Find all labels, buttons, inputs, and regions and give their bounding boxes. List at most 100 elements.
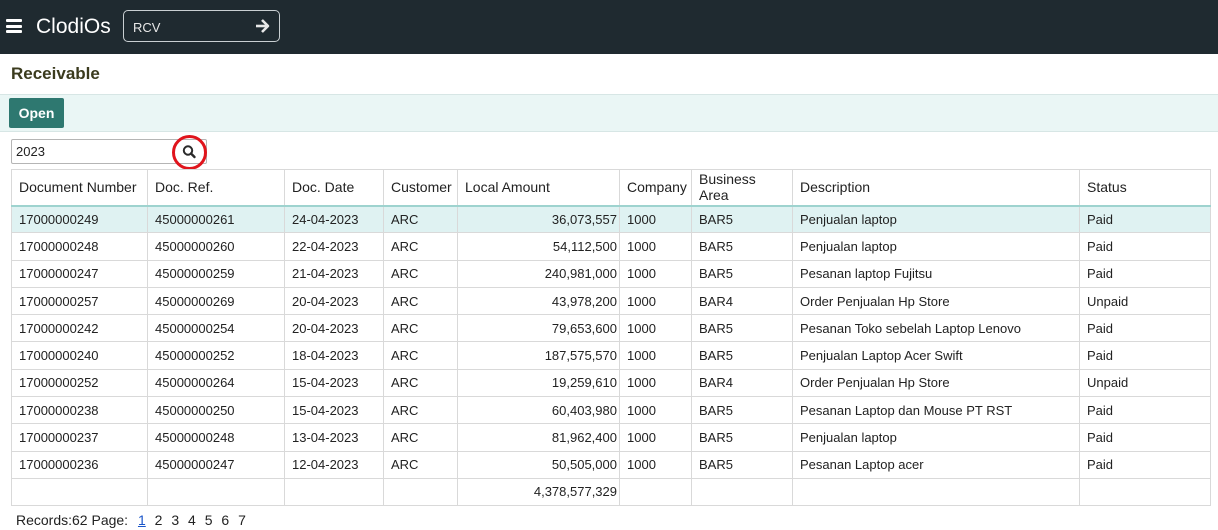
cell-document-number: 17000000236: [11, 450, 148, 479]
cell-business-area: BAR5: [691, 423, 793, 452]
open-button[interactable]: Open: [9, 98, 64, 128]
cell-description: Order Penjualan Hp Store: [792, 368, 1080, 398]
cell-company: 1000: [619, 368, 692, 398]
cell-local-amount: 36,073,557: [457, 204, 620, 234]
cell-description: Pesanan laptop Fujitsu: [792, 259, 1080, 288]
cell-status: Paid: [1079, 259, 1211, 288]
cell-document-number: 17000000238: [11, 396, 148, 425]
cell-document-number: 17000000240: [11, 341, 148, 370]
cell-local-amount: 60,403,980: [457, 396, 620, 425]
column-header-status[interactable]: Status: [1079, 169, 1211, 206]
column-header-customer[interactable]: Customer: [383, 169, 458, 206]
column-header-doc-date[interactable]: Doc. Date: [284, 169, 384, 206]
cell-doc-ref: 45000000247: [147, 450, 285, 479]
cell-document-number: 17000000249: [11, 204, 148, 234]
cell-business-area: BAR5: [691, 450, 793, 479]
cell-local-amount: 187,575,570: [457, 341, 620, 370]
cell-customer: ARC: [383, 204, 458, 234]
cell-customer: ARC: [383, 259, 458, 288]
cell-document-number: 17000000248: [11, 232, 148, 261]
pagination: Records:62 Page: 1 2 3 4 5 6 7: [16, 512, 246, 528]
table-row[interactable]: 17000000240 45000000252 18-04-2023 ARC 1…: [11, 341, 1211, 370]
total-row: 4,378,577,329: [11, 477, 1211, 506]
table-row[interactable]: 17000000242 45000000254 20-04-2023 ARC 7…: [11, 314, 1211, 343]
menu-icon[interactable]: [6, 19, 22, 33]
cell-business-area: BAR5: [691, 314, 793, 343]
cell-description: Pesanan Laptop acer: [792, 450, 1080, 479]
cell-doc-ref: 45000000269: [147, 286, 285, 316]
cell-customer: ARC: [383, 314, 458, 343]
search-icon[interactable]: [178, 141, 200, 162]
cell-local-amount: 19,259,610: [457, 368, 620, 398]
cell-doc-ref: 45000000261: [147, 204, 285, 234]
cell-description: Penjualan laptop: [792, 232, 1080, 261]
column-header-document-number[interactable]: Document Number: [11, 169, 148, 206]
cell-status: Paid: [1079, 341, 1211, 370]
cell-company: 1000: [619, 423, 692, 452]
cell-company: 1000: [619, 259, 692, 288]
cell-business-area: BAR5: [691, 396, 793, 425]
arrow-right-icon[interactable]: [254, 17, 272, 35]
cell-doc-ref: 45000000248: [147, 423, 285, 452]
cell-local-amount: 81,962,400: [457, 423, 620, 452]
table-row[interactable]: 17000000252 45000000264 15-04-2023 ARC 1…: [11, 368, 1211, 398]
table-row[interactable]: 17000000249 45000000261 24-04-2023 ARC 3…: [11, 204, 1211, 234]
cell-status: Paid: [1079, 396, 1211, 425]
transaction-code-box: [123, 10, 280, 42]
cell-doc-date: 22-04-2023: [284, 232, 384, 261]
column-header-business-area[interactable]: Business Area: [691, 169, 793, 206]
page-link[interactable]: 4: [188, 512, 196, 528]
page-link-current[interactable]: 1: [138, 512, 146, 528]
cell-company: 1000: [619, 286, 692, 316]
cell-business-area: BAR5: [691, 232, 793, 261]
table-row[interactable]: 17000000257 45000000269 20-04-2023 ARC 4…: [11, 286, 1211, 316]
page-link[interactable]: 3: [171, 512, 179, 528]
cell-document-number: 17000000247: [11, 259, 148, 288]
column-header-local-amount[interactable]: Local Amount: [457, 169, 620, 206]
cell-description: Pesanan Laptop dan Mouse PT RST: [792, 396, 1080, 425]
cell-doc-date: 21-04-2023: [284, 259, 384, 288]
cell-company: 1000: [619, 396, 692, 425]
cell-business-area: BAR5: [691, 204, 793, 234]
table-row[interactable]: 17000000237 45000000248 13-04-2023 ARC 8…: [11, 423, 1211, 452]
page-link[interactable]: 6: [221, 512, 229, 528]
column-header-description[interactable]: Description: [792, 169, 1080, 206]
table-row[interactable]: 17000000238 45000000250 15-04-2023 ARC 6…: [11, 396, 1211, 425]
cell-customer: ARC: [383, 232, 458, 261]
page-link[interactable]: 7: [238, 512, 246, 528]
page-link[interactable]: 2: [155, 512, 163, 528]
transaction-code-input[interactable]: [133, 18, 243, 36]
action-toolbar: Open: [0, 94, 1218, 132]
app-brand[interactable]: ClodiOs: [36, 15, 111, 39]
cell-doc-date: 13-04-2023: [284, 423, 384, 452]
cell-doc-date: 12-04-2023: [284, 450, 384, 479]
cell-status: Paid: [1079, 450, 1211, 479]
page-link[interactable]: 5: [205, 512, 213, 528]
cell-customer: ARC: [383, 368, 458, 398]
cell-customer: ARC: [383, 341, 458, 370]
column-header-doc-ref[interactable]: Doc. Ref.: [147, 169, 285, 206]
cell-local-amount: 54,112,500: [457, 232, 620, 261]
cell-description: Penjualan laptop: [792, 423, 1080, 452]
cell-status: Unpaid: [1079, 368, 1211, 398]
records-count: Records:62: [16, 512, 88, 528]
column-header-company[interactable]: Company: [619, 169, 692, 206]
cell-business-area: BAR5: [691, 341, 793, 370]
table-row[interactable]: 17000000247 45000000259 21-04-2023 ARC 2…: [11, 259, 1211, 288]
page-label: Page:: [91, 512, 129, 528]
cell-document-number: 17000000252: [11, 368, 148, 398]
cell-company: 1000: [619, 204, 692, 234]
total-local-amount: 4,378,577,329: [457, 477, 620, 506]
cell-local-amount: 43,978,200: [457, 286, 620, 316]
cell-doc-date: 18-04-2023: [284, 341, 384, 370]
cell-doc-ref: 45000000254: [147, 314, 285, 343]
cell-status: Paid: [1079, 423, 1211, 452]
cell-business-area: BAR4: [691, 286, 793, 316]
cell-company: 1000: [619, 314, 692, 343]
table-row[interactable]: 17000000248 45000000260 22-04-2023 ARC 5…: [11, 232, 1211, 261]
cell-status: Paid: [1079, 232, 1211, 261]
cell-business-area: BAR4: [691, 368, 793, 398]
table-row[interactable]: 17000000236 45000000247 12-04-2023 ARC 5…: [11, 450, 1211, 479]
cell-customer: ARC: [383, 396, 458, 425]
table-header-row: Document Number Doc. Ref. Doc. Date Cust…: [11, 169, 1211, 206]
